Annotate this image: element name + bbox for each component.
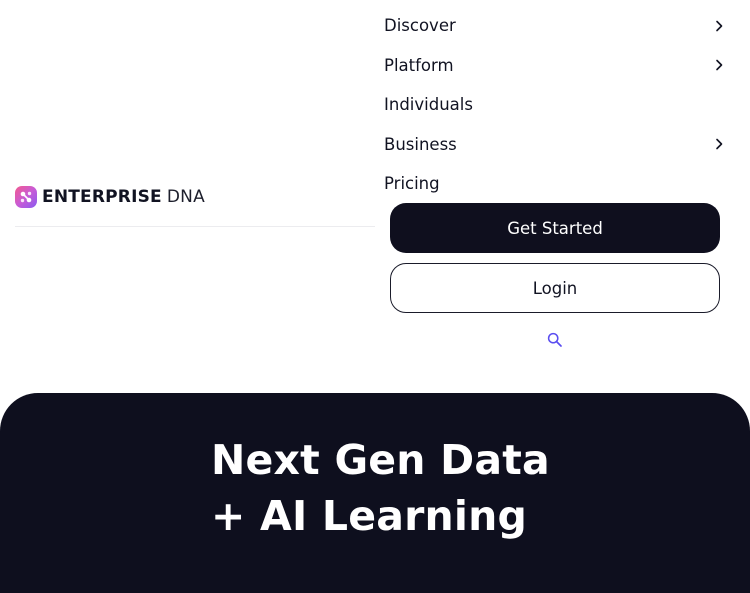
nav-item-label: Individuals bbox=[384, 95, 473, 115]
nav-item-pricing[interactable]: Pricing bbox=[384, 164, 730, 204]
dna-logo-icon bbox=[15, 186, 37, 208]
brand-name-bold: ENTERPRISE bbox=[42, 187, 162, 207]
brand-logo[interactable]: ENTERPRISE DNA bbox=[15, 184, 205, 210]
login-button[interactable]: Login bbox=[390, 263, 720, 313]
get-started-button[interactable]: Get Started bbox=[390, 203, 720, 253]
nav-item-business[interactable]: Business bbox=[384, 125, 730, 165]
search-button[interactable] bbox=[546, 331, 564, 349]
nav-item-label: Pricing bbox=[384, 174, 440, 194]
nav-item-platform[interactable]: Platform bbox=[384, 46, 730, 86]
nav-item-discover[interactable]: Discover bbox=[384, 6, 730, 46]
header-divider bbox=[15, 226, 375, 227]
search-icon bbox=[547, 332, 562, 347]
nav-item-label: Platform bbox=[384, 55, 454, 75]
nav-item-individuals[interactable]: Individuals bbox=[384, 85, 730, 125]
brand-name-light: DNA bbox=[166, 187, 205, 207]
chevron-right-icon bbox=[716, 20, 723, 32]
hero-title-line1: Next Gen Data bbox=[211, 436, 550, 484]
hero-section: Next Gen Data + AI Learning bbox=[0, 393, 750, 593]
chevron-right-icon bbox=[716, 59, 723, 71]
nav-item-label: Business bbox=[384, 134, 457, 154]
chevron-right-icon bbox=[716, 138, 723, 150]
brand-name: ENTERPRISE DNA bbox=[42, 187, 205, 207]
hero-title: Next Gen Data + AI Learning bbox=[211, 432, 550, 544]
main-navigation: Discover Platform Individuals Business P… bbox=[384, 6, 730, 204]
hero-title-line2: + AI Learning bbox=[211, 492, 528, 540]
nav-item-label: Discover bbox=[384, 16, 456, 36]
